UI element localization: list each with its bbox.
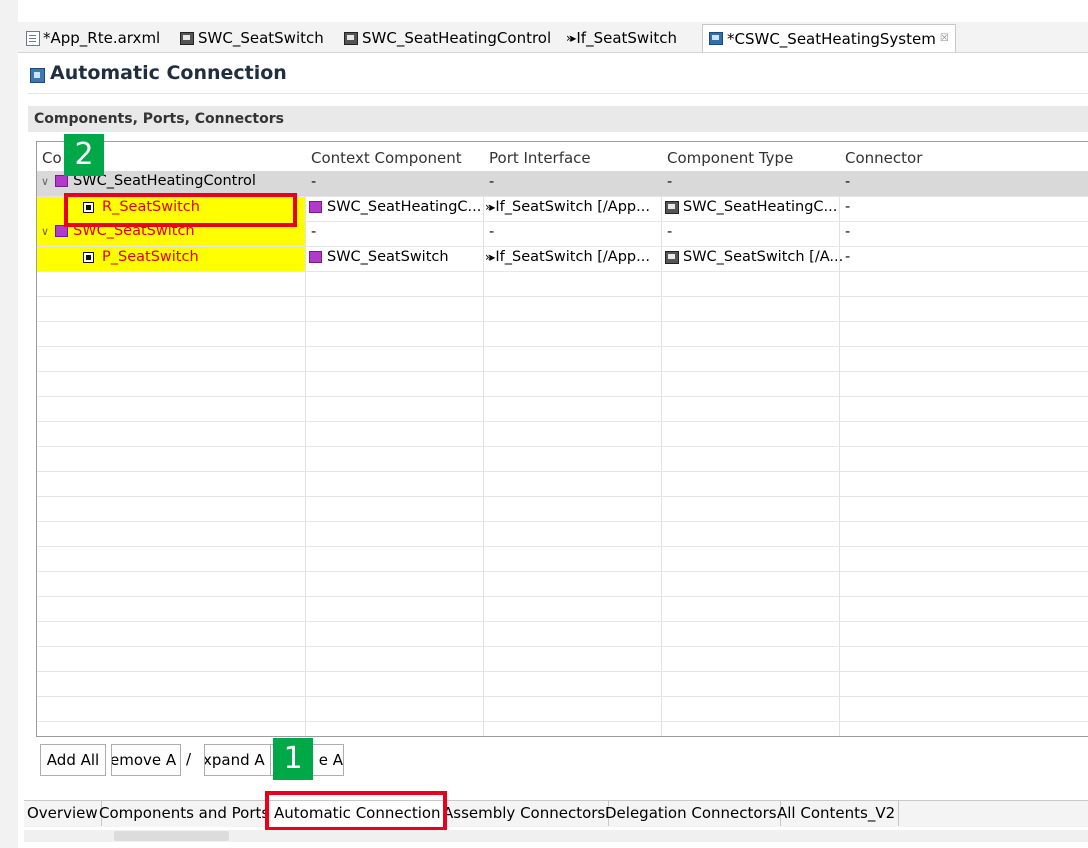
page-tab-delegation-connectors[interactable]: Delegation Connectors xyxy=(602,801,781,826)
row-gridline xyxy=(37,696,1088,697)
page-tab-overview[interactable]: Overview xyxy=(24,801,102,826)
row-gridline xyxy=(37,296,1088,297)
column-header-component-type[interactable]: Component Type xyxy=(667,149,793,167)
editor-tab-bar: *App_Rte.arxml SWC_SeatSwitch SWC_SeatHe… xyxy=(18,22,1088,53)
header-divider xyxy=(28,93,1088,94)
page-tab-all-contents[interactable]: All Contents_V2 xyxy=(774,801,900,826)
separator: / xyxy=(186,750,192,768)
tab-cswc-seatheatingsystem[interactable]: *CSWC_SeatHeatingSystem ☒ xyxy=(702,24,956,52)
column-header-context-component[interactable]: Context Component xyxy=(311,149,462,167)
row-gridline xyxy=(37,496,1088,497)
composition-icon xyxy=(30,67,45,83)
row-gridline xyxy=(37,371,1088,372)
cell-component-type: SWC_SeatHeatingC... xyxy=(665,199,837,215)
swc-type-icon xyxy=(180,31,194,45)
add-all-button[interactable]: Add All xyxy=(40,744,106,776)
provided-port-icon xyxy=(83,251,94,263)
tree-node: P_SeatSwitch xyxy=(83,249,199,265)
interface-icon: »▸ xyxy=(485,200,496,214)
component-prototype-icon xyxy=(309,201,322,213)
remove-all-button[interactable]: ⁠emove A xyxy=(111,744,181,776)
cell-interface: - xyxy=(489,174,495,190)
swc-type-icon xyxy=(665,200,679,214)
row-gridline xyxy=(37,546,1088,547)
cell-interface: »▸ If_SeatSwitch [/App... xyxy=(485,249,650,265)
row-gridline xyxy=(37,721,1088,722)
component-prototype-icon xyxy=(309,251,322,263)
cell-component-type: SWC_SeatSwitch [/A... xyxy=(665,249,843,265)
row-gridline xyxy=(37,471,1088,472)
annotation-box-2 xyxy=(64,193,297,227)
table-row[interactable]: P_SeatSwitch SWC_SeatSwitch »▸ If_SeatSw… xyxy=(37,246,1088,271)
left-gutter xyxy=(0,0,18,848)
scrollbar-thumb[interactable] xyxy=(114,831,229,841)
swc-type-icon xyxy=(665,250,679,264)
page-tab-components-and-ports[interactable]: Components and Ports xyxy=(96,801,274,826)
chevron-down-icon[interactable]: ∨ xyxy=(41,175,49,188)
row-gridline xyxy=(37,646,1088,647)
row-gridline xyxy=(37,571,1088,572)
chevron-down-icon[interactable]: ∨ xyxy=(41,225,49,238)
row-gridline xyxy=(37,271,1088,272)
row-gridline xyxy=(37,671,1088,672)
component-prototype-icon xyxy=(55,175,69,187)
column-header-port-interface[interactable]: Port Interface xyxy=(489,149,591,167)
page-title: Automatic Connection xyxy=(30,62,287,84)
swc-type-icon xyxy=(344,31,358,45)
cell-connector: - xyxy=(845,199,851,215)
composition-icon xyxy=(709,32,723,45)
row-gridline xyxy=(37,521,1088,522)
row-gridline xyxy=(37,321,1088,322)
cell-context: - xyxy=(311,224,317,240)
column-header-component[interactable]: Co xyxy=(42,149,62,167)
step-badge-1: 1 xyxy=(273,738,313,780)
cell-interface: »▸ If_SeatSwitch [/App... xyxy=(485,199,650,215)
cell-connector: - xyxy=(845,224,851,240)
section-header[interactable]: Components, Ports, Connectors xyxy=(28,106,1088,132)
close-icon[interactable]: ☒ xyxy=(940,33,949,44)
tab-app-rte[interactable]: *App_Rte.arxml xyxy=(26,26,160,50)
cell-component-type: - xyxy=(667,224,673,240)
tab-swc-seatheatingcontrol[interactable]: SWC_SeatHeatingControl xyxy=(344,26,551,50)
row-gridline xyxy=(37,246,1088,247)
row-gridline xyxy=(37,346,1088,347)
expand-all-button[interactable]: ⁠xpand A xyxy=(204,744,272,776)
cell-interface: - xyxy=(489,224,495,240)
cell-context: - xyxy=(311,174,317,190)
page-tab-bar: Overview Components and Ports Automatic … xyxy=(24,800,1088,827)
cell-context: SWC_SeatHeatingC... xyxy=(309,199,481,215)
annotation-box-1 xyxy=(265,791,447,831)
cell-component-type: - xyxy=(667,174,673,190)
row-gridline xyxy=(37,621,1088,622)
cell-connector: - xyxy=(845,174,851,190)
row-gridline xyxy=(37,396,1088,397)
row-gridline xyxy=(37,446,1088,447)
arxml-file-icon xyxy=(26,30,40,46)
horizontal-scrollbar[interactable] xyxy=(24,830,1088,842)
interface-icon: »▸ xyxy=(485,250,496,264)
interface-icon: »▸ xyxy=(566,31,577,45)
column-header-connector[interactable]: Connector xyxy=(845,149,922,167)
step-badge-2: 2 xyxy=(64,134,104,176)
page-tab-assembly-connectors[interactable]: Assembly Connectors xyxy=(440,801,610,826)
cell-context: SWC_SeatSwitch xyxy=(309,249,449,265)
row-gridline xyxy=(37,421,1088,422)
tab-if-seatswitch[interactable]: »▸ If_SeatSwitch xyxy=(566,26,677,50)
row-gridline xyxy=(37,596,1088,597)
column-header-row: Co Context Component Port Interface Comp… xyxy=(37,142,1088,171)
components-tree-table[interactable]: Co Context Component Port Interface Comp… xyxy=(36,141,1088,737)
cell-connector: - xyxy=(845,249,851,265)
tab-swc-seatswitch[interactable]: SWC_SeatSwitch xyxy=(180,26,324,50)
